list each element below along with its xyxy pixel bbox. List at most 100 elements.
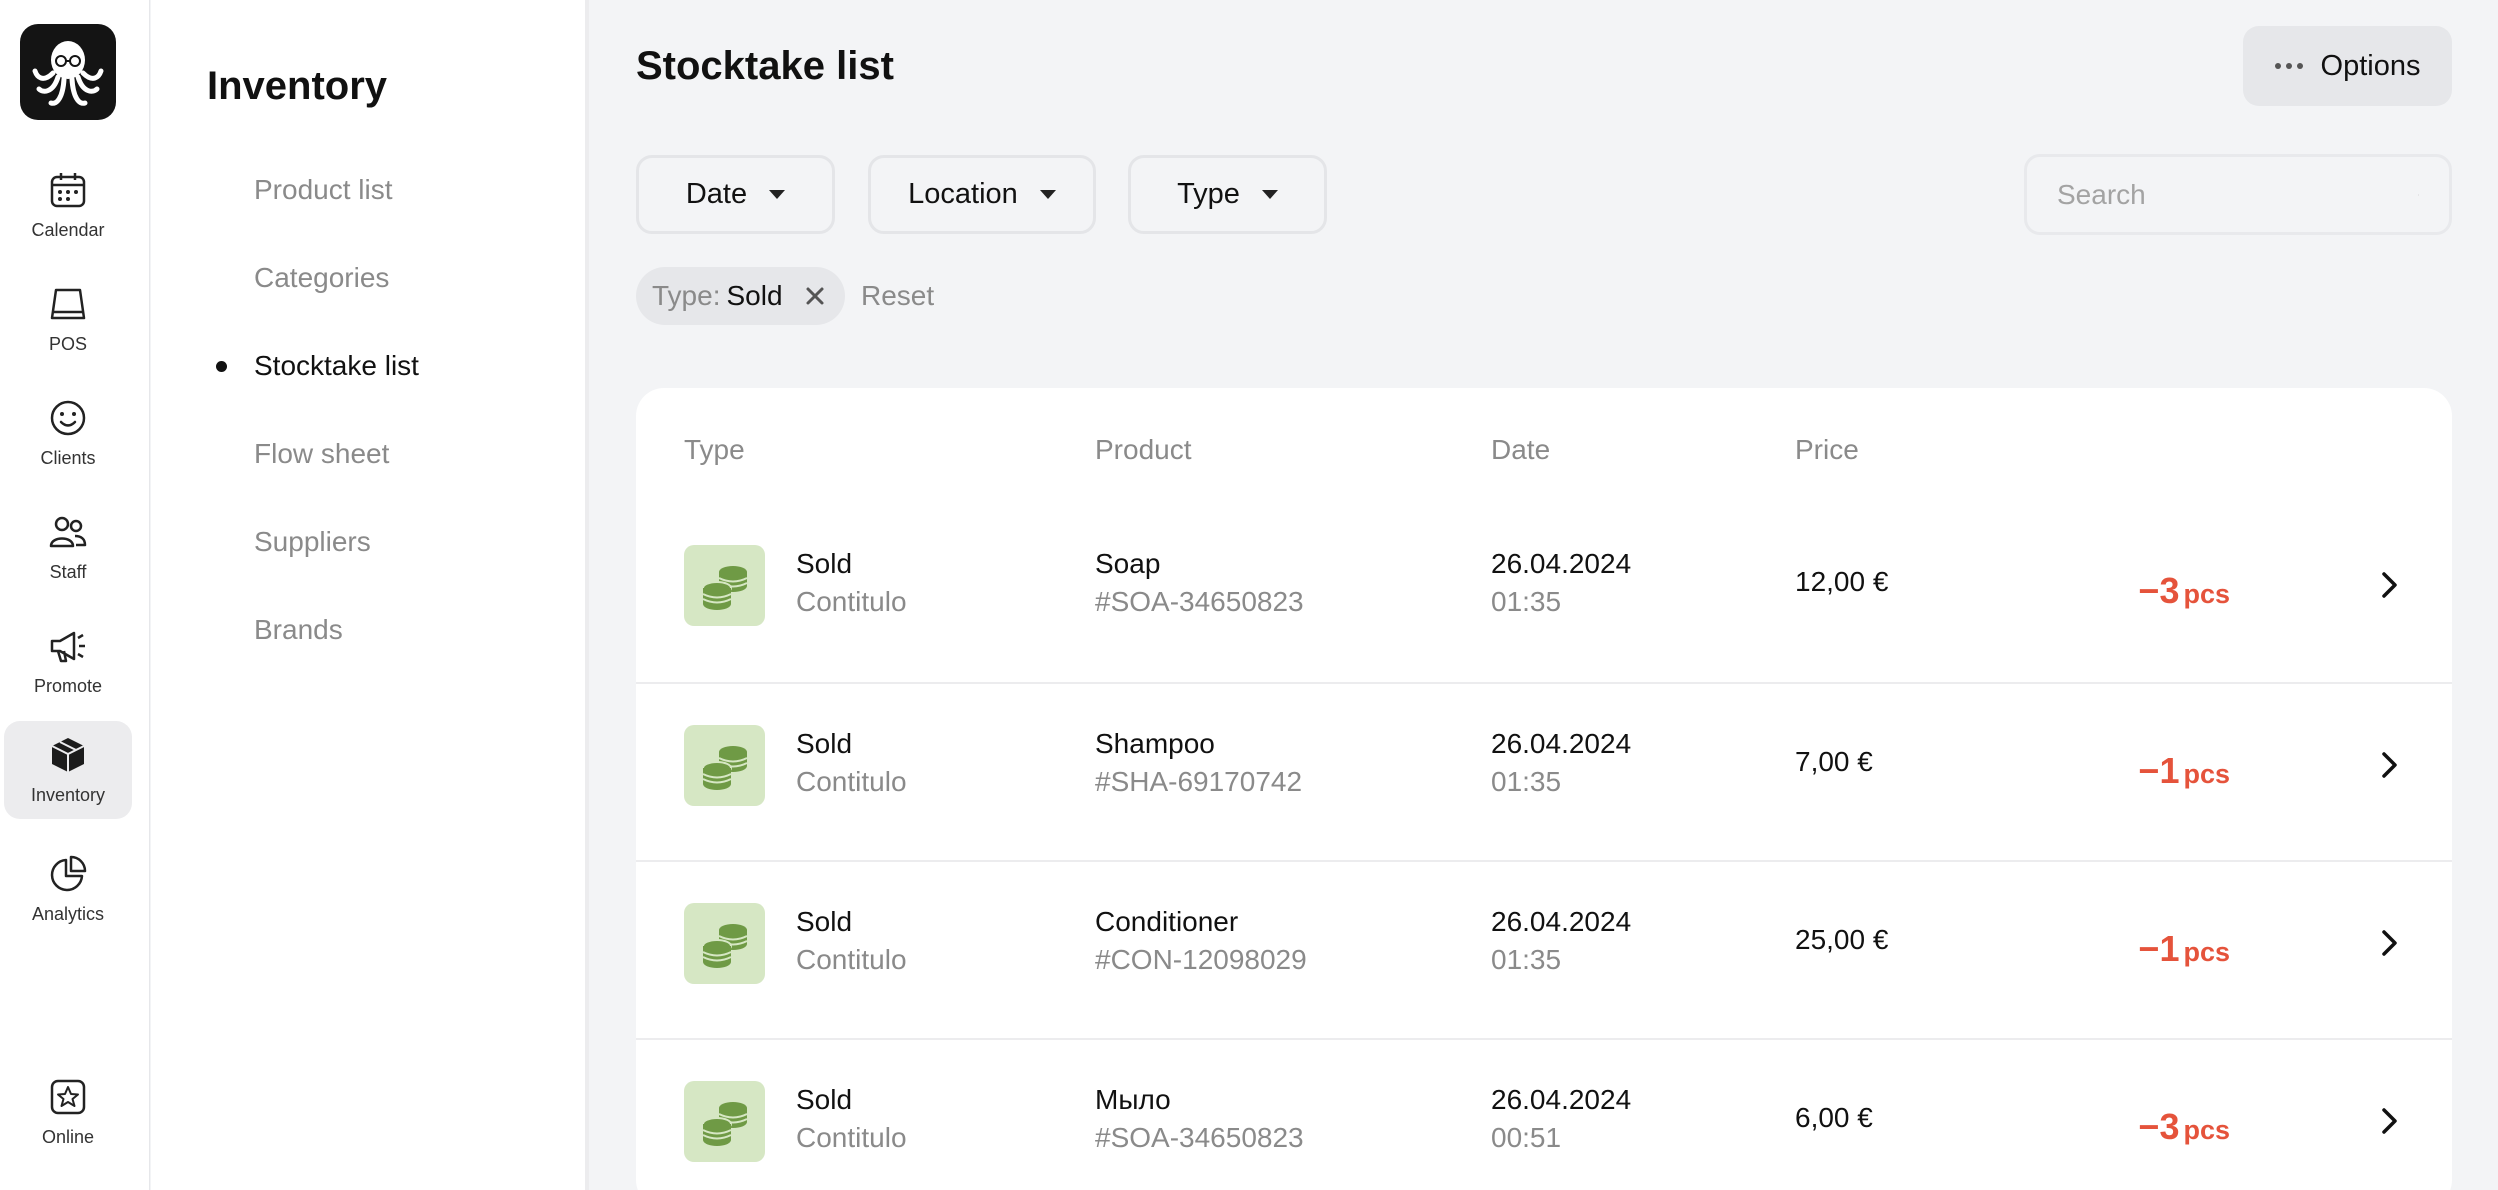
- chevron-right-icon[interactable]: [2374, 928, 2404, 958]
- quantity-value: −1: [2138, 928, 2180, 969]
- subnav-item-stocktake-list[interactable]: Stocktake list: [254, 350, 419, 382]
- pie-chart-icon: [50, 855, 87, 891]
- row-type: Sold: [796, 728, 853, 759]
- location-filter-dropdown[interactable]: Location: [868, 155, 1096, 234]
- row-price: 7,00 €: [1795, 746, 1873, 777]
- row-product-sku: #SOA-34650823: [1095, 586, 1304, 617]
- inventory-subnav: Inventory Product list Categories Stockt…: [151, 0, 589, 1190]
- quantity-value: −3: [2138, 570, 2180, 611]
- coins-icon: [684, 725, 765, 806]
- subnav-item-product-list[interactable]: Product list: [254, 174, 393, 206]
- row-product-name: Soap: [1095, 548, 1161, 579]
- rail-label: POS: [48, 333, 87, 354]
- row-date: 26.04.2024: [1491, 1084, 1632, 1115]
- column-header-date: Date: [1491, 434, 1551, 465]
- options-label: Options: [2320, 49, 2421, 82]
- rail-item-analytics[interactable]: Analytics: [4, 840, 132, 938]
- coins-icon: [684, 545, 765, 626]
- reset-filters-link[interactable]: Reset: [861, 280, 934, 312]
- table-row[interactable]: Sold Contitulo Shampoo #SHA-69170742 26.…: [636, 682, 2452, 860]
- quantity-unit: pcs: [2183, 579, 2230, 609]
- row-price: 12,00 €: [1795, 566, 1889, 597]
- column-header-price: Price: [1795, 434, 1859, 465]
- row-date: 26.04.2024: [1491, 906, 1632, 937]
- quantity-unit: pcs: [2183, 1115, 2230, 1145]
- row-quantity: −1 pcs: [2138, 928, 2230, 970]
- table-row[interactable]: Sold Contitulo Soap #SOA-34650823 26.04.…: [636, 504, 2452, 682]
- quantity-value: −3: [2138, 1106, 2180, 1147]
- row-date: 26.04.2024: [1491, 548, 1632, 579]
- rail-item-calendar[interactable]: Calendar: [4, 156, 132, 254]
- search-box: [2024, 154, 2452, 235]
- smiley-icon: [50, 400, 86, 435]
- caret-down-icon: [769, 190, 786, 199]
- row-quantity: −3 pcs: [2138, 570, 2230, 612]
- row-product-name: Conditioner: [1095, 906, 1239, 937]
- rail-item-online[interactable]: Online: [4, 1063, 132, 1161]
- active-filter-chip: Type: Sold: [636, 267, 845, 325]
- rail-item-clients[interactable]: Clients: [4, 384, 132, 482]
- rail-item-pos[interactable]: POS: [4, 270, 132, 368]
- row-location: Contitulo: [796, 586, 907, 617]
- chevron-right-icon[interactable]: [2374, 570, 2404, 600]
- row-product-name: Мыло: [1095, 1084, 1171, 1115]
- row-time: 01:35: [1491, 586, 1562, 617]
- row-location: Contitulo: [796, 766, 907, 797]
- chevron-right-icon[interactable]: [2374, 750, 2404, 780]
- subnav-item-brands[interactable]: Brands: [254, 614, 343, 646]
- close-icon[interactable]: [803, 284, 827, 308]
- search-icon[interactable]: [2418, 178, 2419, 212]
- stocktake-table: Type Product Date Price Sold Contitulo S…: [636, 388, 2452, 1190]
- star-icon: [50, 1079, 86, 1114]
- row-location: Contitulo: [796, 944, 907, 975]
- quantity-unit: pcs: [2183, 759, 2230, 789]
- rail-label: Clients: [40, 447, 96, 468]
- row-price: 6,00 €: [1795, 1102, 1873, 1133]
- rail-item-promote[interactable]: Promote: [4, 612, 132, 710]
- coins-icon: [684, 903, 765, 984]
- caret-down-icon: [1261, 190, 1278, 199]
- table-row[interactable]: Sold Contitulo Мыло #SOA-34650823 26.04.…: [636, 1038, 2452, 1190]
- calendar-icon: [50, 172, 86, 207]
- app-rail: Calendar POS Clients Staff Promote Inven…: [0, 0, 150, 1190]
- date-filter-dropdown[interactable]: Date: [636, 155, 835, 234]
- type-filter-dropdown[interactable]: Type: [1128, 155, 1327, 234]
- megaphone-icon: [50, 631, 85, 662]
- type-filter-label: Type: [1177, 178, 1240, 210]
- pos-icon: [50, 288, 86, 319]
- column-header-type: Type: [684, 434, 745, 465]
- rail-label: Online: [41, 1126, 95, 1147]
- rail-label: Promote: [33, 675, 103, 696]
- row-product-sku: #SHA-69170742: [1095, 766, 1303, 797]
- more-dots-icon: [2274, 63, 2303, 69]
- page-title: Stocktake list: [636, 44, 894, 88]
- subnav-item-categories[interactable]: Categories: [254, 262, 389, 294]
- rail-label: Calendar: [31, 219, 105, 240]
- row-price: 25,00 €: [1795, 924, 1889, 955]
- row-location: Contitulo: [796, 1122, 907, 1153]
- rail-item-staff[interactable]: Staff: [4, 498, 132, 596]
- subnav-item-flow-sheet[interactable]: Flow sheet: [254, 438, 389, 470]
- quantity-value: −1: [2138, 750, 2180, 791]
- octopus-logo-icon[interactable]: [20, 24, 116, 120]
- row-product-name: Shampoo: [1095, 728, 1215, 759]
- options-button[interactable]: Options: [2243, 26, 2452, 106]
- row-time: 01:35: [1491, 766, 1562, 797]
- rail-label: Staff: [49, 561, 87, 582]
- row-type: Sold: [796, 1084, 853, 1115]
- active-indicator-dot: [216, 361, 227, 372]
- row-time: 01:35: [1491, 944, 1562, 975]
- table-row[interactable]: Sold Contitulo Conditioner #CON-12098029…: [636, 860, 2452, 1038]
- chevron-right-icon[interactable]: [2374, 1106, 2404, 1136]
- rail-label: Inventory: [30, 784, 106, 805]
- subnav-item-suppliers[interactable]: Suppliers: [254, 526, 371, 558]
- date-filter-label: Date: [685, 178, 748, 210]
- column-header-product: Product: [1095, 434, 1192, 465]
- search-input[interactable]: [2057, 178, 2418, 211]
- rail-item-inventory[interactable]: Inventory: [4, 721, 132, 819]
- row-date: 26.04.2024: [1491, 728, 1632, 759]
- subnav-title: Inventory: [207, 64, 388, 108]
- row-quantity: −1 pcs: [2138, 750, 2230, 792]
- row-type: Sold: [796, 548, 853, 579]
- row-product-sku: #SOA-34650823: [1095, 1122, 1304, 1153]
